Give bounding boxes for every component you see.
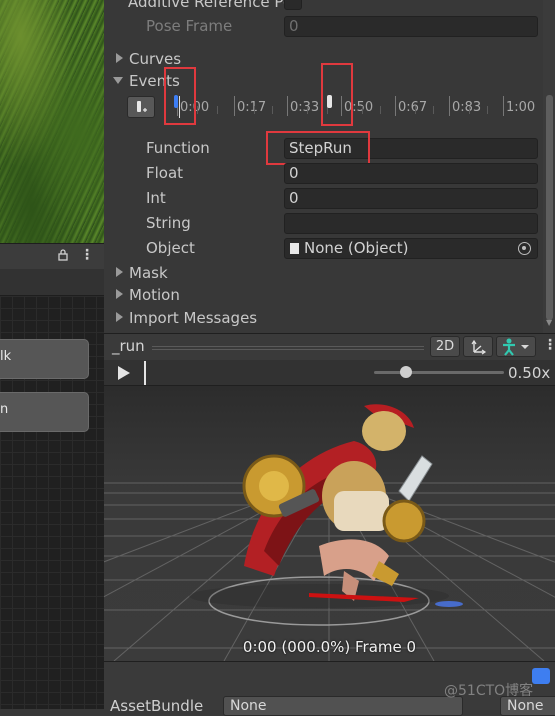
tick-label: 1:00 [506, 100, 536, 115]
pose-frame-label: Pose Frame [146, 17, 233, 35]
mask-label: Mask [129, 264, 168, 282]
toggle-2d-button[interactable]: 2D [430, 336, 460, 357]
play-icon[interactable] [118, 366, 130, 380]
add-event-icon [137, 101, 147, 112]
tick-minor [380, 106, 381, 114]
tick-minor [469, 106, 470, 114]
function-label: Function [146, 139, 210, 157]
float-field[interactable]: 0 [284, 163, 538, 184]
tick-label: 0:67 [398, 100, 428, 115]
tick-major [503, 96, 504, 116]
additive-reference-label: Additive Reference Po [128, 0, 293, 11]
tick-minor [272, 106, 273, 114]
tick-minor [487, 106, 488, 114]
int-field[interactable]: 0 [284, 188, 538, 209]
left-tab-bar [0, 269, 104, 296]
state-node-label: n [0, 402, 9, 417]
motion-foldout[interactable]: Motion [116, 286, 180, 304]
spartan-character [242, 404, 433, 601]
tick-minor [197, 106, 198, 114]
tick-minor [415, 106, 416, 114]
curves-foldout[interactable]: Curves [116, 50, 181, 68]
tick-minor [217, 106, 218, 114]
float-label: Float [146, 164, 184, 182]
preview-time-cursor[interactable] [144, 361, 146, 385]
additive-reference-checkbox[interactable] [284, 0, 302, 10]
asset-bundle-label: AssetBundle [110, 697, 204, 715]
add-event-button[interactable] [127, 96, 155, 118]
int-label: Int [146, 189, 166, 207]
string-field[interactable] [284, 213, 538, 234]
watermark: @51CTO博客 [444, 683, 534, 699]
tick-major [449, 96, 450, 116]
speed-slider[interactable] [374, 371, 504, 374]
state-node[interactable]: lk [0, 339, 89, 379]
chevron-right-icon [116, 289, 123, 299]
mask-foldout[interactable]: Mask [116, 264, 168, 282]
avatar-dropdown-button[interactable] [496, 336, 536, 357]
left-toolbar: ⋮ [0, 243, 104, 270]
import-messages-label: Import Messages [129, 309, 258, 327]
tick-major [287, 96, 288, 116]
lock-icon[interactable] [58, 249, 68, 261]
asset-bundle-dropdown[interactable]: None [223, 696, 463, 716]
scene-view[interactable] [0, 0, 104, 243]
chevron-right-icon [116, 312, 123, 322]
tick-label: 0:17 [237, 100, 267, 115]
curves-label: Curves [129, 50, 182, 68]
highlight-box [266, 131, 370, 165]
pose-frame-field[interactable]: 0 [284, 16, 538, 37]
chevron-right-icon [116, 267, 123, 277]
motion-label: Motion [129, 286, 180, 304]
object-picker-icon[interactable] [518, 242, 531, 255]
speed-value: 0.50x [508, 364, 551, 382]
speed-slider-handle[interactable] [400, 366, 412, 378]
tick-major [395, 96, 396, 116]
object-value: None (Object) [304, 239, 409, 257]
avatar-icon [503, 338, 529, 356]
tick-major [234, 96, 235, 116]
chevron-down-icon [113, 77, 123, 84]
scrollbar-thumb[interactable] [546, 95, 553, 320]
scroll-down-arrow-icon[interactable]: ▼ [546, 318, 552, 327]
pivot-toggle-button[interactable] [463, 336, 493, 357]
state-node-label: lk [0, 349, 12, 364]
tag-icon[interactable] [532, 668, 550, 684]
chevron-right-icon [116, 53, 123, 63]
highlight-box [164, 67, 196, 125]
tick-minor [433, 106, 434, 114]
import-messages-foldout[interactable]: Import Messages [116, 309, 257, 327]
tick-minor [307, 106, 308, 114]
object-label: Object [146, 239, 195, 257]
state-node[interactable]: n [0, 392, 89, 432]
preview-scene [104, 404, 555, 661]
kebab-menu-icon[interactable]: ⋮ [543, 337, 555, 353]
object-field[interactable]: None (Object) [284, 238, 538, 259]
tick-label: 0:33 [290, 100, 320, 115]
tick-label: 0:83 [452, 100, 482, 115]
string-label: String [146, 214, 191, 232]
preview-viewport[interactable] [104, 386, 555, 661]
tick-minor [362, 106, 363, 114]
highlight-box [321, 63, 353, 126]
kebab-menu-icon[interactable]: ⋮ [80, 247, 94, 263]
frame-info: 0:00 (000.0%) Frame 0 [242, 638, 417, 656]
pivot-icon [471, 339, 487, 355]
drag-handle[interactable] [152, 346, 424, 350]
tick-minor [254, 106, 255, 114]
document-icon [290, 243, 299, 254]
preview-title: _run [112, 337, 145, 355]
